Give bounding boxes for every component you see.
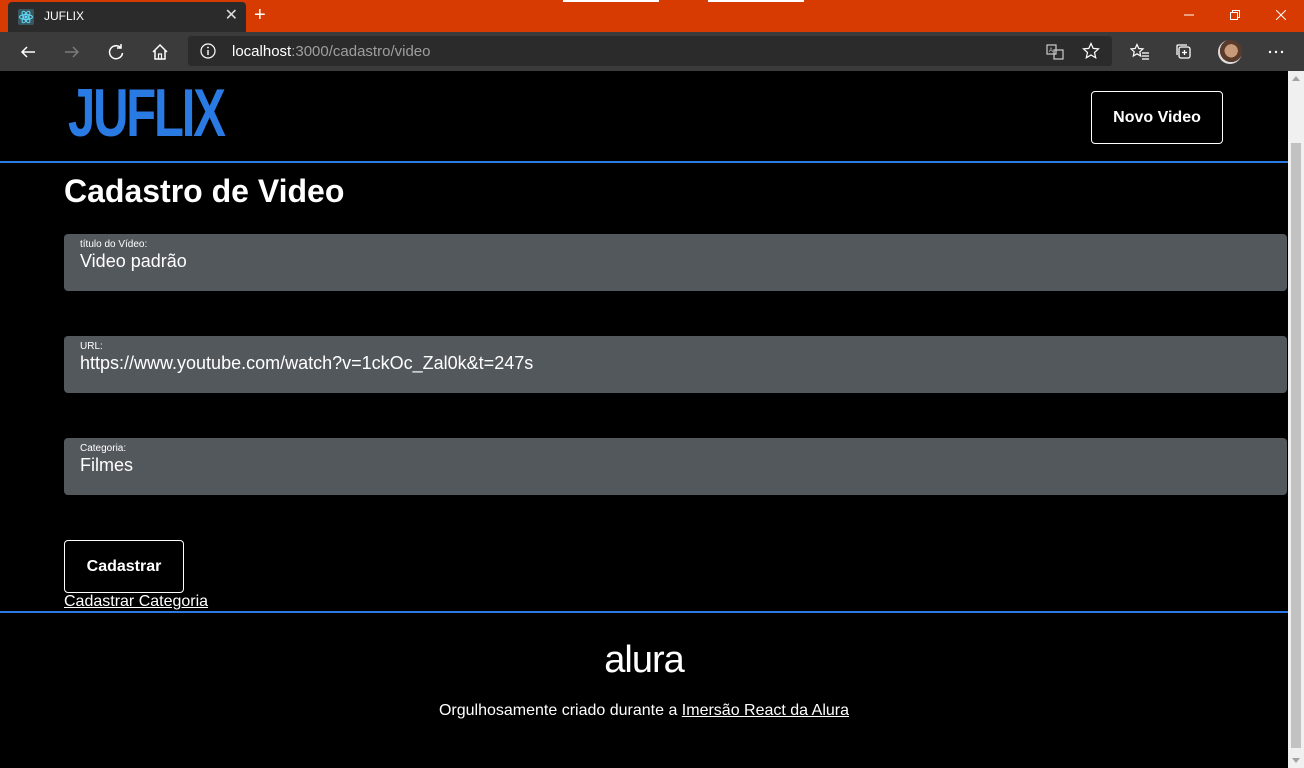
forward-icon[interactable]	[58, 38, 86, 66]
category-field-label: Categoria:	[80, 443, 127, 454]
title-decoration	[708, 0, 804, 2]
footer-text-prefix: Orgulhosamente criado durante a	[438, 702, 682, 719]
category-field[interactable]: Categoria: Filmes	[64, 438, 1287, 495]
refresh-icon[interactable]	[102, 38, 130, 66]
collections-icon[interactable]	[1170, 38, 1198, 66]
react-favicon-icon	[18, 9, 34, 25]
address-bar[interactable]: localhost:3000/cadastro/video A	[188, 36, 1112, 66]
close-window-icon[interactable]	[1258, 0, 1304, 30]
favorites-icon[interactable]	[1126, 38, 1154, 66]
alura-logo[interactable]: alura	[0, 639, 1288, 682]
browser-tab[interactable]: JUFLIX ✕	[8, 2, 246, 32]
title-field-label: título do Vídeo:	[80, 239, 148, 250]
site-header: JUFLIX Novo Video	[0, 71, 1288, 163]
url-field-label: URL:	[80, 341, 103, 352]
category-field-value[interactable]: Filmes	[80, 455, 133, 476]
more-icon[interactable]	[1262, 38, 1290, 66]
plus-icon[interactable]: +	[254, 4, 266, 26]
title-field-value[interactable]: Video padrão	[80, 251, 187, 272]
site-logo[interactable]: JUFLIX	[68, 77, 226, 149]
title-field[interactable]: título do Vídeo: Video padrão	[64, 234, 1287, 291]
scroll-up-icon[interactable]	[1292, 76, 1300, 81]
submit-button[interactable]: Cadastrar	[64, 540, 184, 593]
browser-titlebar: JUFLIX ✕ +	[0, 0, 1304, 32]
back-icon[interactable]	[14, 38, 42, 66]
title-decoration	[563, 0, 659, 2]
footer-text: Orgulhosamente criado durante a Imersão …	[0, 702, 1288, 720]
url-field-value[interactable]: https://www.youtube.com/watch?v=1ckOc_Za…	[80, 353, 533, 374]
browser-toolbar: localhost:3000/cadastro/video A	[0, 32, 1304, 71]
site-footer: alura Orgulhosamente criado durante a Im…	[0, 611, 1288, 768]
scroll-down-icon[interactable]	[1292, 758, 1300, 763]
star-icon[interactable]	[1082, 42, 1100, 60]
register-category-link[interactable]: Cadastrar Categoria	[64, 593, 208, 611]
close-icon[interactable]: ✕	[225, 7, 238, 25]
restore-icon[interactable]	[1212, 0, 1258, 30]
page-title: Cadastro de Video	[64, 173, 345, 209]
minimize-icon[interactable]	[1166, 0, 1212, 30]
scroll-thumb[interactable]	[1291, 143, 1301, 748]
scrollbar[interactable]	[1288, 71, 1304, 768]
translate-icon[interactable]: A	[1046, 43, 1064, 61]
info-icon[interactable]	[200, 43, 216, 59]
svg-text:A: A	[1049, 48, 1053, 54]
avatar[interactable]	[1218, 40, 1242, 64]
url-field[interactable]: URL: https://www.youtube.com/watch?v=1ck…	[64, 336, 1287, 393]
page: JUFLIX Novo Video Cadastro de Video títu…	[0, 71, 1288, 768]
footer-link[interactable]: Imersão React da Alura	[682, 702, 849, 719]
new-video-button[interactable]: Novo Video	[1091, 91, 1223, 144]
tab-title: JUFLIX	[44, 9, 85, 23]
address-url: localhost:3000/cadastro/video	[232, 43, 431, 60]
home-icon[interactable]	[146, 38, 174, 66]
